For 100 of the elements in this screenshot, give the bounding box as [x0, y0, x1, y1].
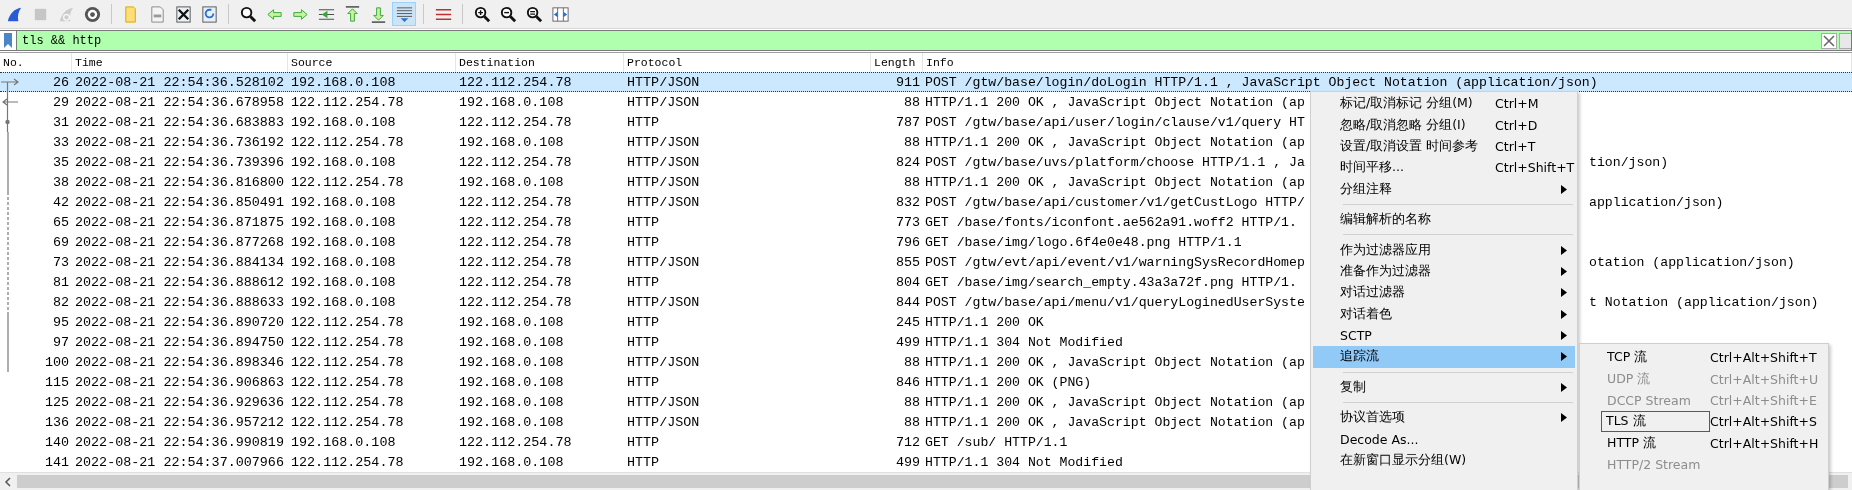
shortcut-text: Ctrl+Alt+Shift+H: [1710, 435, 1819, 451]
table-cell-text: 38: [52, 174, 70, 190]
table-cell-text: 2022-08-21 22:54:36.850491: [74, 194, 285, 210]
menu-item[interactable]: 标记/取消标记 分组(M) Ctrl+M: [1313, 93, 1575, 115]
menu-item[interactable]: HTTP 流 Ctrl+Alt+Shift+H: [1580, 432, 1828, 454]
table-cell: otation (application/json): [1589, 254, 1795, 270]
table-cell-text: HTTP/JSON: [626, 394, 701, 410]
scroll-left-icon[interactable]: [3, 475, 13, 488]
menu-label: HTTP/2 Stream: [1607, 457, 1702, 473]
shortcut-text: Ctrl+D: [1495, 117, 1538, 133]
table-cell-text: 192.168.0.108: [458, 354, 565, 370]
close-icon: [1823, 34, 1835, 47]
table-cell-text: 122.112.254.78: [290, 354, 405, 370]
table-cell-text: HTTP: [626, 334, 661, 350]
table-cell-text: HTTP/JSON: [626, 74, 701, 90]
table-cell-text: 192.168.0.108: [458, 414, 565, 430]
menu-item[interactable]: TLS 流 Ctrl+Alt+Shift+S: [1580, 411, 1828, 433]
table-cell-text: 787: [894, 114, 921, 130]
table-cell: POST /gtw/base/api/customer/v1/getCustLogo HTTP/: [925, 194, 1305, 210]
table-cell-text: 192.168.0.108: [290, 74, 397, 90]
table-cell-text: 122.112.254.78: [458, 194, 573, 210]
table-cell-text: 192.168.0.108: [458, 134, 565, 150]
table-cell-text: HTTP/JSON: [626, 174, 701, 190]
table-cell-text: 2022-08-21 22:54:36.683883: [74, 114, 285, 130]
table-cell-text: 2022-08-21 22:54:36.877268: [74, 234, 285, 250]
table-cell-text: 832: [894, 194, 921, 210]
table-cell: POST /gtw/base/api/user/login/clause/v1/query HT: [925, 114, 1305, 130]
menu-item[interactable]: 追踪流: [1313, 346, 1575, 368]
table-cell-text: HTTP: [626, 434, 661, 450]
menu-item[interactable]: 在新窗口显示分组(W): [1313, 449, 1575, 472]
filter-bar[interactable]: tls && http: [0, 30, 1852, 51]
table-cell-text: 65: [52, 214, 70, 230]
table-cell-text: 140: [44, 434, 70, 450]
shortcut-text: Ctrl+Alt+Shift+S: [1710, 414, 1817, 430]
shortcut-text: Ctrl+T: [1495, 138, 1536, 154]
table-cell-text: 2022-08-21 22:54:36.990819: [74, 434, 285, 450]
table-cell-text: 824: [894, 154, 921, 170]
table-cell: HTTP/1.1 200 OK , JavaScript Object Notation (ap: [925, 394, 1305, 410]
table-cell-text: 141: [44, 454, 70, 470]
table-cell-text: 97: [52, 334, 70, 350]
table-cell-text: HTTP/JSON: [626, 354, 701, 370]
zoom-out-icon: [498, 4, 518, 24]
table-cell-text: 712: [894, 434, 921, 450]
table-cell-text: 115: [44, 374, 70, 390]
table-cell-text: 192.168.0.108: [458, 454, 565, 470]
clear-button[interactable]: [1821, 32, 1837, 49]
search-icon: [238, 4, 258, 24]
table-cell-text: HTTP/JSON: [626, 94, 701, 110]
table-cell-text: 122.112.254.78: [290, 394, 405, 410]
table-cell-text: 773: [894, 214, 921, 230]
table-cell-text: 26: [52, 74, 70, 90]
table-cell-text: 911: [894, 74, 921, 90]
table-cell-text: 192.168.0.108: [458, 374, 565, 390]
table-cell-text: 192.168.0.108: [290, 194, 397, 210]
table-cell-text: 192.168.0.108: [290, 214, 397, 230]
table-cell-text: 122.112.254.78: [458, 274, 573, 290]
menu-label: TLS 流: [1601, 411, 1710, 433]
table-cell-text: 122.112.254.78: [290, 314, 405, 330]
table-cell-text: 122.112.254.78: [290, 374, 405, 390]
table-cell: GET /base/img/logo.6f4e0e48.png HTTP/1.1: [925, 234, 1242, 250]
menu-label: 协议首选项: [1340, 409, 1406, 427]
resize-columns-icon: [550, 4, 570, 24]
table-cell-text: 73: [52, 254, 70, 270]
shortcut-text: Ctrl+Alt+Shift+T: [1710, 350, 1817, 366]
shortcut-text: Ctrl+Alt+Shift+E: [1710, 392, 1817, 408]
table-cell-text: 2022-08-21 22:54:36.739396: [74, 154, 285, 170]
table-cell: HTTP/1.1 200 OK (PNG): [925, 374, 1092, 390]
table-cell-text: 88: [902, 354, 921, 370]
table-cell-text: 35: [52, 154, 70, 170]
table-cell-text: 499: [894, 454, 921, 470]
table-cell-text: 122.112.254.78: [458, 434, 573, 450]
table-cell-text: 245: [894, 314, 921, 330]
table-cell: application/json): [1589, 194, 1724, 210]
table-cell-text: 100: [44, 354, 70, 370]
submenu-arrow-icon: [1561, 245, 1567, 255]
table-cell-text: 31: [52, 114, 70, 130]
table-cell: HTTP/1.1 200 OK , JavaScript Object Notation (ap: [925, 354, 1305, 370]
table-cell: POST /gtw/base/api/menu/v1/queryLoginedUserSyste: [925, 294, 1305, 310]
table-cell-text: 88: [902, 394, 921, 410]
table-cell-text: 122.112.254.78: [290, 334, 405, 350]
table-cell-text: 192.168.0.108: [290, 274, 397, 290]
menu-label: 标记/取消标记 分组(M): [1340, 95, 1474, 113]
packet-row[interactable]: 26 2022-08-21 22:54:36.528102 192.168.0.108 122.112.254.78 HTTP/JSON 911 POST /gtw/base/login/doLogin HTTP/1.1 , JavaScript Object Notation (application/json): [0, 72, 1852, 92]
bookmark-icon[interactable]: [3, 33, 13, 48]
table-cell-text: 796: [894, 234, 921, 250]
filter-input[interactable]: tls && http: [17, 32, 1821, 49]
menu-label: 编辑解析的名称: [1340, 211, 1432, 229]
gear-icon: [82, 4, 102, 24]
table-cell-text: 122.112.254.78: [290, 174, 405, 190]
table-cell-text: 136: [44, 414, 70, 430]
table-cell-text: 122.112.254.78: [458, 114, 573, 130]
table-cell: t Notation (application/json): [1589, 294, 1819, 310]
table-cell-text: 122.112.254.78: [458, 154, 573, 170]
menu-label: Decode As...: [1340, 431, 1420, 447]
menu-label: TCP 流: [1607, 349, 1649, 367]
table-cell-text: 125: [44, 394, 70, 410]
table-cell-text: HTTP: [626, 454, 661, 470]
table-cell: HTTP/1.1 304 Not Modified: [925, 334, 1123, 350]
close-file-icon: [173, 4, 193, 24]
menu-label: UDP 流: [1607, 370, 1652, 388]
